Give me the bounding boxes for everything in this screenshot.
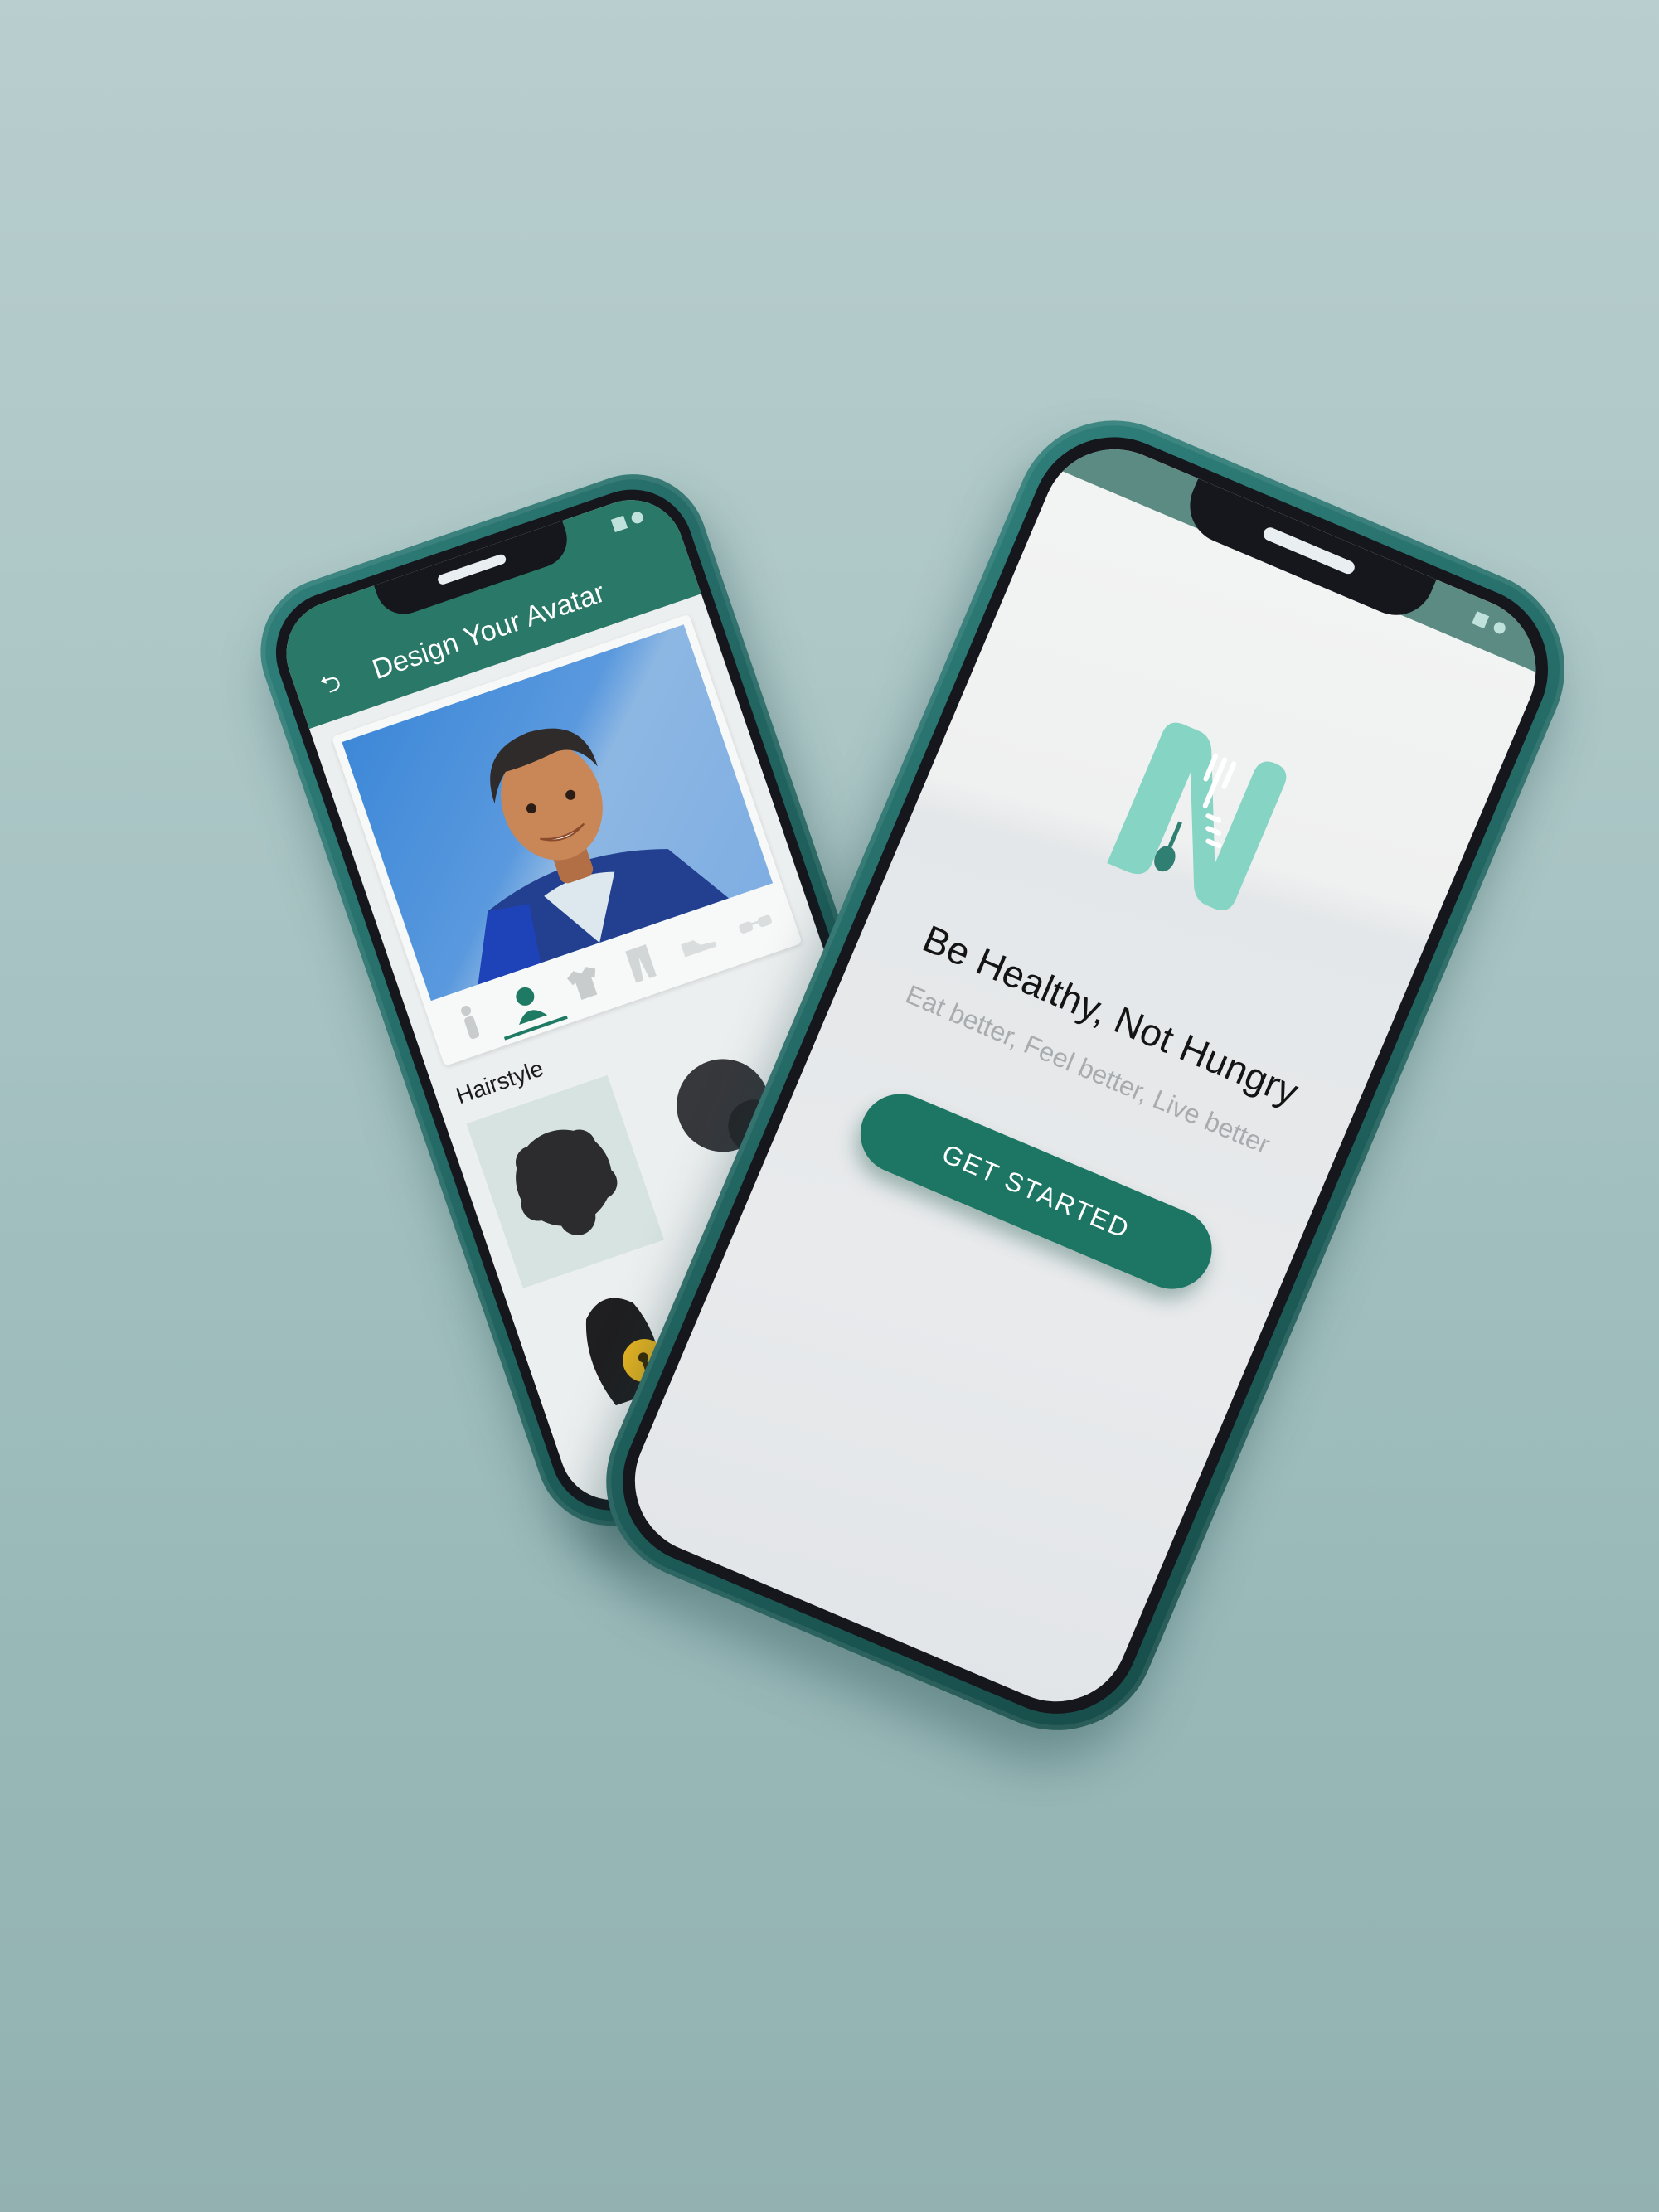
app-logo bbox=[1078, 693, 1328, 943]
body-icon bbox=[461, 1005, 480, 1039]
head-icon bbox=[516, 987, 548, 1026]
tab-body[interactable] bbox=[439, 991, 502, 1054]
signal-icon bbox=[1472, 611, 1490, 629]
battery-icon bbox=[629, 510, 645, 526]
tab-glasses[interactable] bbox=[724, 893, 787, 956]
tab-pants[interactable] bbox=[609, 932, 672, 995]
status-icons bbox=[1472, 611, 1507, 636]
hairstyle-option[interactable] bbox=[466, 1074, 665, 1288]
signal-icon bbox=[610, 515, 628, 533]
undo-icon[interactable]: ⮌ bbox=[310, 663, 352, 706]
pants-icon bbox=[625, 944, 657, 983]
glasses-icon bbox=[738, 914, 772, 934]
tab-shoes[interactable] bbox=[667, 912, 730, 975]
tab-shirt[interactable] bbox=[553, 952, 616, 1015]
shoes-icon bbox=[681, 940, 717, 958]
mockup-scene: ⮌ Design Your Avatar Hairstyle Be Health… bbox=[0, 0, 1659, 2212]
tab-head[interactable] bbox=[496, 971, 559, 1034]
battery-icon bbox=[1492, 620, 1507, 636]
n-logo-fork-spoon-ruler-icon bbox=[1107, 722, 1287, 910]
afro-hair-icon bbox=[515, 1129, 618, 1235]
shirt-icon bbox=[566, 967, 597, 1001]
status-icons bbox=[610, 510, 645, 533]
